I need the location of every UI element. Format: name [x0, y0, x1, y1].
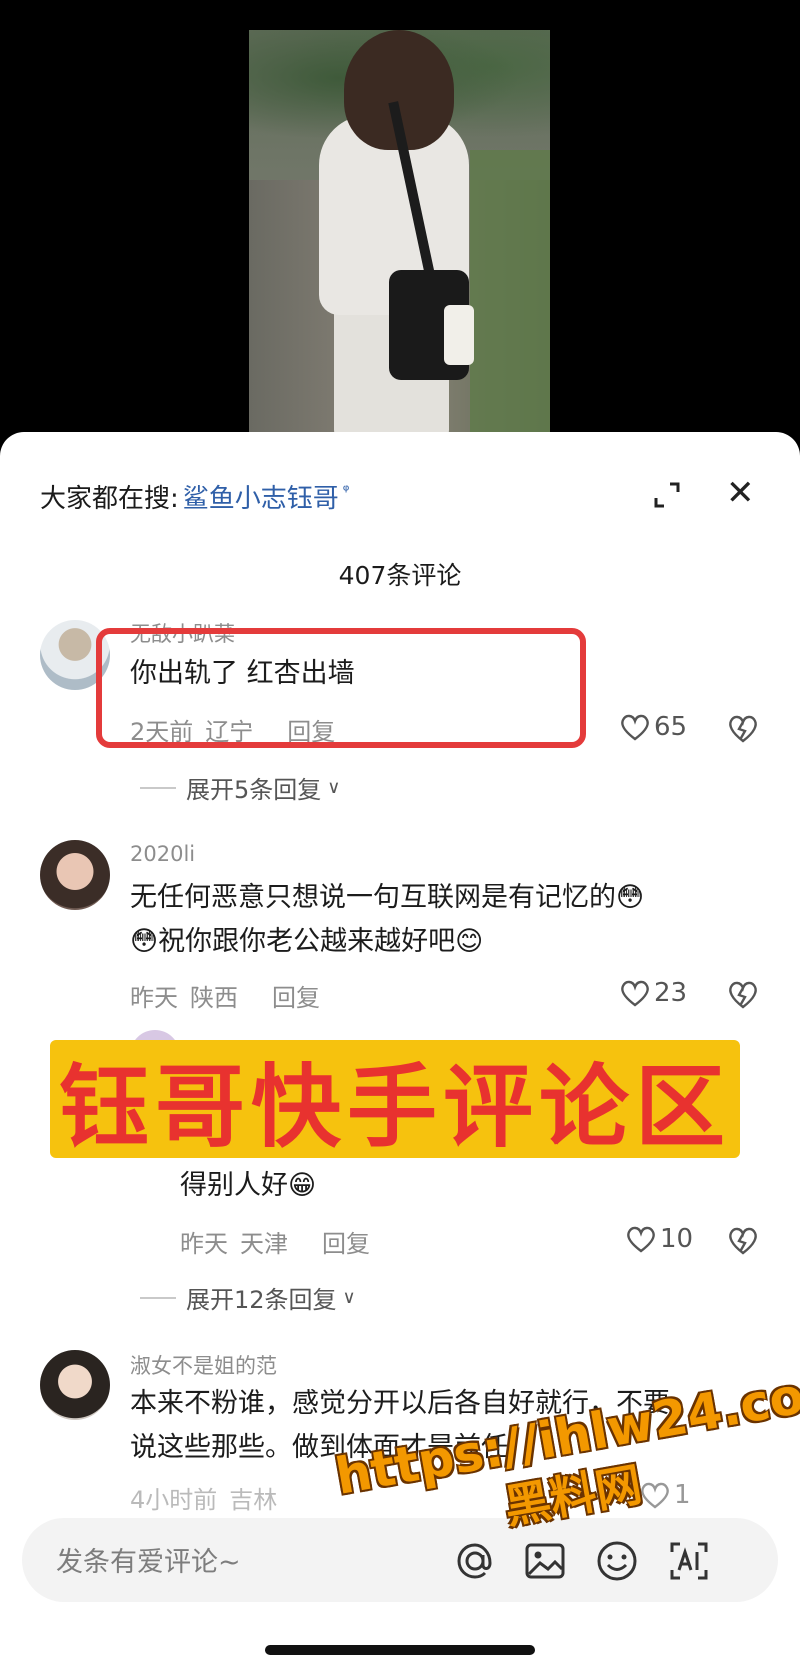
comment-meta: 昨天 天津 回复: [180, 1224, 370, 1259]
comment-meta: 4小时前 吉林: [130, 1480, 277, 1515]
ai-icon[interactable]: [666, 1538, 712, 1584]
like-button[interactable]: 23: [620, 978, 687, 1008]
avatar[interactable]: [40, 840, 110, 910]
close-icon[interactable]: ✕: [726, 476, 755, 510]
like-count: 65: [654, 712, 688, 742]
comment-location: 陕西: [190, 984, 238, 1012]
reply-button[interactable]: 回复: [322, 1224, 370, 1259]
comment-text-line: 得别人好😁: [180, 1170, 317, 1201]
image-icon[interactable]: [522, 1538, 568, 1584]
comment-location: 吉林: [229, 1486, 278, 1514]
emoji-icon[interactable]: [594, 1538, 640, 1584]
dislike-icon[interactable]: [727, 979, 759, 1009]
comment-count: 407条评论: [338, 561, 462, 590]
overlay-banner: 钰哥快手评论区: [50, 1040, 740, 1160]
comment-time: 昨天: [180, 1230, 228, 1258]
comment-text-line: 无任何恶意只想说一句互联网是有记忆的😳: [130, 882, 645, 913]
comment-location: 天津: [240, 1230, 288, 1258]
expand-icon[interactable]: [650, 478, 684, 512]
highlight-box: [96, 628, 586, 748]
trending-search-prefix: 大家都在搜:: [40, 483, 179, 514]
like-count: 10: [660, 1224, 694, 1254]
comment-text-line: 😳祝你跟你老公越来越好吧😊: [130, 926, 484, 957]
banner-text: 钰哥快手评论区: [59, 1054, 731, 1160]
comment-username[interactable]: 淑女不是姐的范: [130, 1350, 277, 1380]
chevron-down-icon: ∨: [327, 777, 341, 798]
comment-time: 昨天: [130, 984, 178, 1012]
heart-icon: [627, 1226, 655, 1253]
chevron-down-icon: ∨: [342, 1287, 356, 1308]
expand-replies-button[interactable]: 展开12条回复 ∨: [140, 1280, 356, 1315]
search-icon: ᵠ: [342, 480, 350, 500]
comment-input[interactable]: 发条有爱评论~: [56, 1540, 241, 1579]
heart-icon: [621, 980, 649, 1007]
expand-replies-label: 展开5条回复: [186, 776, 322, 804]
video-player[interactable]: [0, 0, 800, 440]
reply-button[interactable]: 回复: [272, 978, 320, 1013]
expand-replies-button[interactable]: 展开5条回复 ∨: [140, 770, 340, 805]
video-frame: [249, 30, 550, 440]
comment-username[interactable]: 2020li: [130, 842, 195, 866]
trending-search[interactable]: 大家都在搜: 鲨鱼小志钰哥 ᵠ: [40, 476, 349, 516]
comment-meta: 昨天 陕西 回复: [130, 978, 320, 1013]
expand-replies-label: 展开12条回复: [186, 1286, 337, 1314]
like-button[interactable]: 65: [620, 712, 687, 742]
like-button[interactable]: 10: [626, 1224, 693, 1254]
comment-time: 4小时前: [130, 1486, 218, 1514]
heart-icon: [621, 714, 649, 741]
dislike-icon[interactable]: [727, 1225, 759, 1255]
trending-search-term[interactable]: 鲨鱼小志钰哥: [183, 478, 339, 515]
dislike-icon[interactable]: [727, 713, 759, 743]
avatar[interactable]: [40, 1350, 110, 1420]
like-count: 23: [654, 978, 688, 1008]
home-indicator: [265, 1645, 535, 1655]
